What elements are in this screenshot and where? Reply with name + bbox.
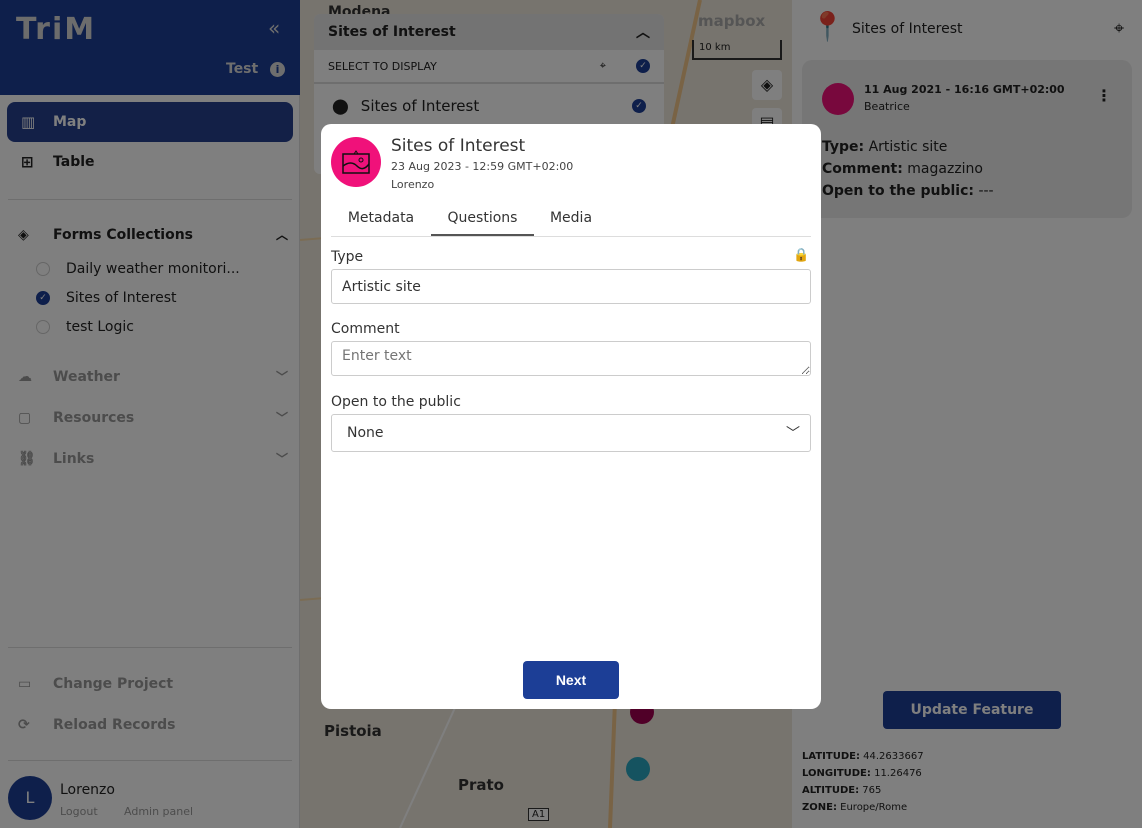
feature-modal: Sites of Interest 23 Aug 2023 - 12:59 GM… <box>321 124 821 709</box>
lock-icon: 🔒 <box>793 248 810 263</box>
tab-metadata[interactable]: Metadata <box>336 210 426 236</box>
open-select[interactable]: None ﹀ <box>331 414 811 452</box>
type-label: Type <box>331 249 364 265</box>
site-icon <box>331 137 381 187</box>
tab-media[interactable]: Media <box>539 210 603 236</box>
tabs-divider <box>331 236 811 237</box>
comment-input[interactable] <box>331 341 811 376</box>
select-value: None <box>347 425 384 441</box>
comment-label: Comment <box>331 321 400 337</box>
tab-questions[interactable]: Questions <box>431 210 534 236</box>
open-label: Open to the public <box>331 394 461 410</box>
chevron-down-icon: ﹀ <box>786 426 800 442</box>
type-field[interactable]: Artistic site <box>331 269 811 304</box>
next-button[interactable]: Next <box>523 661 619 699</box>
modal-date: 23 Aug 2023 - 12:59 GMT+02:00 <box>391 160 574 173</box>
modal-user: Lorenzo <box>391 178 435 191</box>
modal-title: Sites of Interest <box>391 136 526 156</box>
